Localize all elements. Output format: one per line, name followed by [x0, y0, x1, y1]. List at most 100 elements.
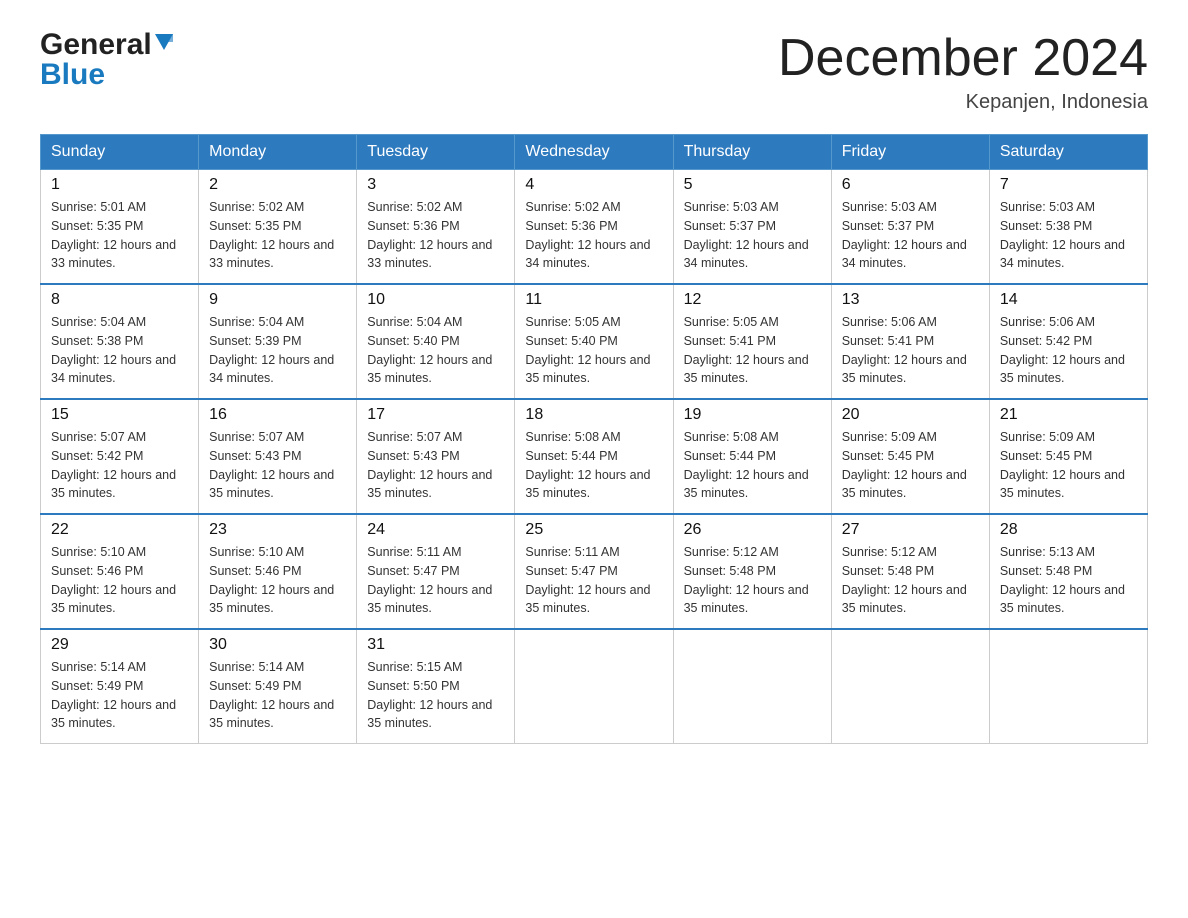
calendar-cell: 11Sunrise: 5:05 AMSunset: 5:40 PMDayligh…	[515, 284, 673, 399]
day-info: Sunrise: 5:02 AMSunset: 5:35 PMDaylight:…	[209, 198, 346, 273]
day-number: 19	[684, 406, 821, 424]
day-number: 15	[51, 406, 188, 424]
day-info: Sunrise: 5:06 AMSunset: 5:42 PMDaylight:…	[1000, 313, 1137, 388]
day-number: 21	[1000, 406, 1137, 424]
day-number: 5	[684, 176, 821, 194]
calendar-cell: 6Sunrise: 5:03 AMSunset: 5:37 PMDaylight…	[831, 170, 989, 285]
calendar-cell: 30 Sunrise: 5:14 AMSunset: 5:49 PMDayligh…	[199, 629, 357, 744]
day-number: 26	[684, 521, 821, 539]
day-number: 29	[51, 636, 188, 654]
calendar-cell: 3Sunrise: 5:02 AMSunset: 5:36 PMDaylight…	[357, 170, 515, 285]
day-info: Sunrise: 5:08 AMSunset: 5:44 PMDaylight:…	[525, 428, 662, 503]
day-info: Sunrise: 5:14 AMSunset: 5:49 PMDaylight:…	[51, 658, 188, 733]
day-number: 10	[367, 291, 504, 309]
day-info: Sunrise: 5:11 AMSunset: 5:47 PMDaylight:…	[525, 543, 662, 618]
calendar-cell: 26 Sunrise: 5:12 AMSunset: 5:48 PMDayligh…	[673, 514, 831, 629]
day-info: Sunrise: 5:10 AMSunset: 5:46 PMDaylight:…	[51, 543, 188, 618]
day-number: 23	[209, 521, 346, 539]
day-number: 20	[842, 406, 979, 424]
calendar-cell: 27 Sunrise: 5:12 AMSunset: 5:48 PMDayligh…	[831, 514, 989, 629]
calendar-cell: 20 Sunrise: 5:09 AMSunset: 5:45 PMDayligh…	[831, 399, 989, 514]
weekday-header-saturday: Saturday	[989, 135, 1147, 170]
location: Kepanjen, Indonesia	[778, 91, 1148, 114]
day-info: Sunrise: 5:10 AMSunset: 5:46 PMDaylight:…	[209, 543, 346, 618]
week-row-2: 8 Sunrise: 5:04 AMSunset: 5:38 PMDaylight…	[41, 284, 1148, 399]
day-info: Sunrise: 5:11 AMSunset: 5:47 PMDaylight:…	[367, 543, 504, 618]
calendar-cell: 4Sunrise: 5:02 AMSunset: 5:36 PMDaylight…	[515, 170, 673, 285]
weekday-header-friday: Friday	[831, 135, 989, 170]
calendar-cell: 8 Sunrise: 5:04 AMSunset: 5:38 PMDaylight…	[41, 284, 199, 399]
day-info: Sunrise: 5:05 AMSunset: 5:40 PMDaylight:…	[525, 313, 662, 388]
calendar-cell: 16Sunrise: 5:07 AMSunset: 5:43 PMDayligh…	[199, 399, 357, 514]
day-info: Sunrise: 5:07 AMSunset: 5:43 PMDaylight:…	[367, 428, 504, 503]
calendar-cell	[989, 629, 1147, 744]
day-number: 4	[525, 176, 662, 194]
day-info: Sunrise: 5:07 AMSunset: 5:42 PMDaylight:…	[51, 428, 188, 503]
day-info: Sunrise: 5:12 AMSunset: 5:48 PMDaylight:…	[684, 543, 821, 618]
day-number: 24	[367, 521, 504, 539]
day-info: Sunrise: 5:08 AMSunset: 5:44 PMDaylight:…	[684, 428, 821, 503]
calendar-cell: 23 Sunrise: 5:10 AMSunset: 5:46 PMDayligh…	[199, 514, 357, 629]
day-info: Sunrise: 5:12 AMSunset: 5:48 PMDaylight:…	[842, 543, 979, 618]
day-number: 30	[209, 636, 346, 654]
day-number: 17	[367, 406, 504, 424]
page-header: General Blue December 2024 Kepanjen, Ind…	[40, 30, 1148, 114]
calendar-cell	[673, 629, 831, 744]
weekday-header-thursday: Thursday	[673, 135, 831, 170]
day-number: 2	[209, 176, 346, 194]
day-number: 22	[51, 521, 188, 539]
calendar-cell: 9Sunrise: 5:04 AMSunset: 5:39 PMDaylight…	[199, 284, 357, 399]
calendar-cell: 22 Sunrise: 5:10 AMSunset: 5:46 PMDayligh…	[41, 514, 199, 629]
day-number: 9	[209, 291, 346, 309]
day-number: 3	[367, 176, 504, 194]
calendar-cell	[831, 629, 989, 744]
day-number: 6	[842, 176, 979, 194]
calendar-cell: 15 Sunrise: 5:07 AMSunset: 5:42 PMDayligh…	[41, 399, 199, 514]
calendar-cell: 18 Sunrise: 5:08 AMSunset: 5:44 PMDayligh…	[515, 399, 673, 514]
day-number: 27	[842, 521, 979, 539]
day-number: 28	[1000, 521, 1137, 539]
logo-arrow-icon	[155, 34, 173, 60]
calendar-cell: 19 Sunrise: 5:08 AMSunset: 5:44 PMDayligh…	[673, 399, 831, 514]
calendar-cell: 7 Sunrise: 5:03 AMSunset: 5:38 PMDaylight…	[989, 170, 1147, 285]
week-row-4: 22 Sunrise: 5:10 AMSunset: 5:46 PMDayligh…	[41, 514, 1148, 629]
day-number: 12	[684, 291, 821, 309]
month-title: December 2024	[778, 30, 1148, 87]
day-info: Sunrise: 5:09 AMSunset: 5:45 PMDaylight:…	[1000, 428, 1137, 503]
week-row-5: 29 Sunrise: 5:14 AMSunset: 5:49 PMDayligh…	[41, 629, 1148, 744]
day-number: 7	[1000, 176, 1137, 194]
day-number: 31	[367, 636, 504, 654]
day-info: Sunrise: 5:04 AMSunset: 5:38 PMDaylight:…	[51, 313, 188, 388]
day-number: 13	[842, 291, 979, 309]
day-info: Sunrise: 5:03 AMSunset: 5:38 PMDaylight:…	[1000, 198, 1137, 273]
calendar-cell: 21 Sunrise: 5:09 AMSunset: 5:45 PMDayligh…	[989, 399, 1147, 514]
weekday-header-sunday: Sunday	[41, 135, 199, 170]
day-info: Sunrise: 5:01 AMSunset: 5:35 PMDaylight:…	[51, 198, 188, 273]
calendar-cell: 5 Sunrise: 5:03 AMSunset: 5:37 PMDaylight…	[673, 170, 831, 285]
title-section: December 2024 Kepanjen, Indonesia	[778, 30, 1148, 114]
day-info: Sunrise: 5:03 AMSunset: 5:37 PMDaylight:…	[684, 198, 821, 273]
day-number: 18	[525, 406, 662, 424]
week-row-1: 1Sunrise: 5:01 AMSunset: 5:35 PMDaylight…	[41, 170, 1148, 285]
calendar-cell: 12 Sunrise: 5:05 AMSunset: 5:41 PMDayligh…	[673, 284, 831, 399]
calendar-table: SundayMondayTuesdayWednesdayThursdayFrid…	[40, 134, 1148, 744]
logo-general-text: General	[40, 30, 152, 60]
day-info: Sunrise: 5:13 AMSunset: 5:48 PMDaylight:…	[1000, 543, 1137, 618]
day-number: 16	[209, 406, 346, 424]
calendar-cell: 24 Sunrise: 5:11 AMSunset: 5:47 PMDayligh…	[357, 514, 515, 629]
calendar-cell: 10Sunrise: 5:04 AMSunset: 5:40 PMDayligh…	[357, 284, 515, 399]
calendar-cell: 17 Sunrise: 5:07 AMSunset: 5:43 PMDayligh…	[357, 399, 515, 514]
calendar-cell: 13Sunrise: 5:06 AMSunset: 5:41 PMDayligh…	[831, 284, 989, 399]
weekday-header-row: SundayMondayTuesdayWednesdayThursdayFrid…	[41, 135, 1148, 170]
day-info: Sunrise: 5:09 AMSunset: 5:45 PMDaylight:…	[842, 428, 979, 503]
weekday-header-wednesday: Wednesday	[515, 135, 673, 170]
day-info: Sunrise: 5:05 AMSunset: 5:41 PMDaylight:…	[684, 313, 821, 388]
day-number: 25	[525, 521, 662, 539]
weekday-header-monday: Monday	[199, 135, 357, 170]
day-info: Sunrise: 5:14 AMSunset: 5:49 PMDaylight:…	[209, 658, 346, 733]
day-number: 8	[51, 291, 188, 309]
week-row-3: 15 Sunrise: 5:07 AMSunset: 5:42 PMDayligh…	[41, 399, 1148, 514]
calendar-cell	[515, 629, 673, 744]
logo: General Blue	[40, 30, 173, 90]
calendar-cell: 29 Sunrise: 5:14 AMSunset: 5:49 PMDayligh…	[41, 629, 199, 744]
